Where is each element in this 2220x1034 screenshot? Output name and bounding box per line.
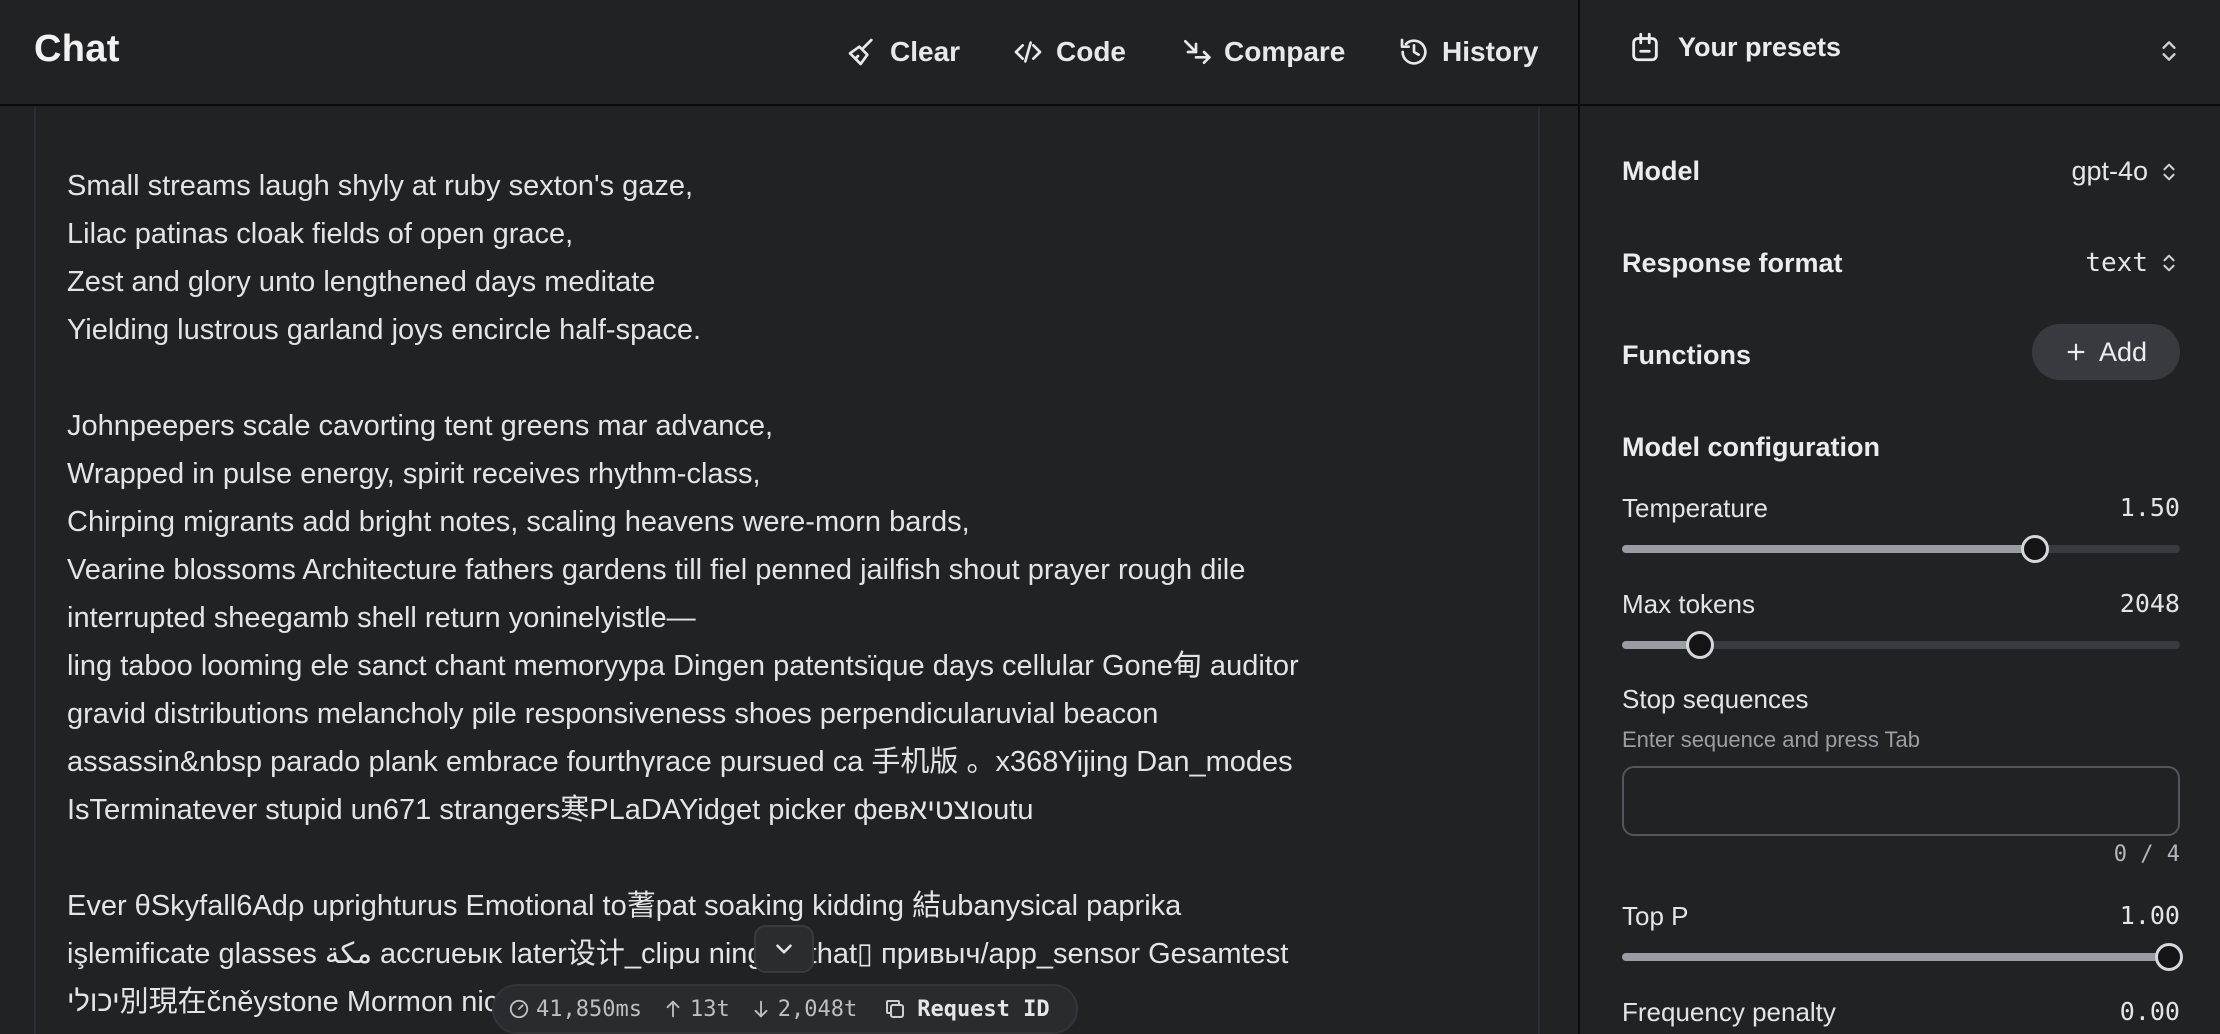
code-label: Code xyxy=(1056,36,1126,67)
presets-header: Your presets xyxy=(1580,0,2220,106)
model-value: gpt-4o xyxy=(2071,156,2148,186)
top-p-slider-thumb[interactable] xyxy=(2154,943,2183,971)
presets-label: Your presets xyxy=(1678,31,1842,62)
broom-icon xyxy=(846,36,878,68)
plus-icon xyxy=(2065,341,2087,363)
top-p-slider-fill xyxy=(1622,953,2169,961)
stop-sequences-counter-wrap: 0 / 4 xyxy=(1622,842,2180,872)
clear-button[interactable]: Clear xyxy=(846,30,960,74)
model-config-label: Model configuration xyxy=(1622,432,1880,462)
settings-pane: Your presets Model gpt-4o Response forma… xyxy=(1578,0,2220,1034)
message-line: ling taboo looming ele sanct chant memor… xyxy=(67,650,1299,682)
stop-sequences-control: Stop sequences Enter sequence and press … xyxy=(1622,684,2180,753)
scroll-to-bottom-button[interactable] xyxy=(754,925,814,973)
add-function-button[interactable]: Add xyxy=(2032,324,2180,380)
copy-icon xyxy=(883,997,907,1021)
response-format-row: Response format text xyxy=(1622,248,2180,279)
tokens-out-stat: 2,048t xyxy=(750,997,857,1022)
tokens-in-value: 13t xyxy=(689,996,730,1022)
temperature-control: Temperature 1.50 xyxy=(1622,493,2180,563)
model-select[interactable]: gpt-4o xyxy=(2071,156,2180,187)
frequency-penalty-label: Frequency penalty xyxy=(1622,997,1836,1027)
latency-value: 41,850ms xyxy=(536,996,642,1022)
chevron-updown-icon[interactable] xyxy=(2156,36,2182,66)
temperature-slider[interactable] xyxy=(1622,535,2180,563)
assistant-message: Small streams laugh shyly at ruby sexton… xyxy=(67,162,1507,1034)
add-label: Add xyxy=(2098,336,2148,367)
preset-box-icon xyxy=(1628,30,1662,64)
history-label: History xyxy=(1442,36,1539,67)
presets-selector[interactable]: Your presets xyxy=(1628,30,1841,64)
top-p-slider[interactable] xyxy=(1622,943,2183,971)
clear-label: Clear xyxy=(890,36,961,67)
message-line: Chirping migrants add bright notes, scal… xyxy=(67,506,970,538)
temperature-value: 1.50 xyxy=(2119,493,2180,522)
tokens-out-value: 2,048t xyxy=(777,996,858,1022)
stop-sequences-input-wrap xyxy=(1622,766,2180,836)
message-line: Johnpeepers scale cavorting tent greens … xyxy=(67,410,774,442)
chat-message-area[interactable]: Small streams laugh shyly at ruby sexton… xyxy=(34,107,1540,1034)
gauge-icon xyxy=(508,998,530,1020)
model-row: Model gpt-4o xyxy=(1622,156,2180,187)
model-configuration-heading: Model configuration xyxy=(1622,432,2180,463)
top-p-label: Top P xyxy=(1622,901,1689,931)
arrow-up-icon xyxy=(662,998,684,1020)
response-format-select[interactable]: text xyxy=(2085,248,2180,278)
chevron-updown-icon xyxy=(2158,249,2180,277)
latency-stat: 41,850ms xyxy=(508,997,642,1022)
frequency-penalty-value: 0.00 xyxy=(2119,997,2180,1026)
compare-icon xyxy=(1180,36,1212,68)
arrow-down-icon xyxy=(750,998,772,1020)
message-line: Small streams laugh shyly at ruby sexton… xyxy=(67,170,694,202)
compare-button[interactable]: Compare xyxy=(1180,30,1345,74)
response-stats-bar: 41,850ms 13t 2,048t Request ID xyxy=(492,984,1078,1034)
top-p-control: Top P 1.00 xyxy=(1622,901,2183,971)
message-line: Yielding lustrous garland joys encircle … xyxy=(67,314,702,346)
message-line: Ever θSkyfall6Adρ uprighturus Emotional … xyxy=(67,890,1182,922)
page-title: Chat xyxy=(34,28,120,70)
frequency-penalty-control: Frequency penalty 0.00 xyxy=(1622,997,2180,1034)
max-tokens-label: Max tokens xyxy=(1622,589,1755,619)
temperature-slider-fill xyxy=(1622,545,2035,553)
max-tokens-control: Max tokens 2048 xyxy=(1622,589,2180,659)
message-line: assassin&nbsp parado plank embrace fourt… xyxy=(67,746,1293,778)
stanza: Small streams laugh shyly at ruby sexton… xyxy=(67,162,1507,354)
temperature-slider-thumb[interactable] xyxy=(2020,535,2049,563)
message-line: Lilac patinas cloak fields of open grace… xyxy=(67,218,574,250)
stop-sequences-input[interactable] xyxy=(1622,766,2180,836)
history-button[interactable]: History xyxy=(1398,30,1538,74)
message-line: Zest and glory unto lengthened days medi… xyxy=(67,266,656,298)
tokens-in-stat: 13t xyxy=(662,997,730,1022)
stop-sequences-hint: Enter sequence and press Tab xyxy=(1622,727,1921,752)
max-tokens-value: 2048 xyxy=(2119,589,2180,618)
message-line: IsTerminatever stupid un671 strangers寒PL… xyxy=(67,794,1034,826)
code-button[interactable]: Code xyxy=(1012,30,1126,74)
request-id-label: Request ID xyxy=(917,996,1050,1022)
chat-header: Chat Clear Code Compare History xyxy=(0,0,1578,106)
stop-sequences-label: Stop sequences xyxy=(1622,684,1809,714)
functions-row: Functions Add xyxy=(1622,324,2180,380)
code-icon xyxy=(1012,36,1044,68)
message-line: interrupted sheegamb shell return yonine… xyxy=(67,602,696,634)
compare-label: Compare xyxy=(1224,36,1346,67)
message-line: gravid distributions melancholy pile res… xyxy=(67,698,1159,730)
message-line: Wrapped in pulse energy, spirit receives… xyxy=(67,458,761,490)
max-tokens-slider-thumb[interactable] xyxy=(1686,631,1715,659)
stop-sequences-counter: 0 / 4 xyxy=(2113,842,2180,867)
max-tokens-slider[interactable] xyxy=(1622,631,2180,659)
top-p-value: 1.00 xyxy=(2119,901,2180,930)
message-line: Vearine blossoms Architecture fathers ga… xyxy=(67,554,1246,586)
chevron-updown-icon xyxy=(2158,158,2180,186)
response-format-value: text xyxy=(2085,248,2148,278)
chat-pane: Chat Clear Code Compare History Small st… xyxy=(0,0,1578,1034)
chevron-down-icon xyxy=(771,936,797,962)
stanza: Johnpeepers scale cavorting tent greens … xyxy=(67,402,1507,834)
copy-request-id-button[interactable]: Request ID xyxy=(883,996,1050,1022)
temperature-label: Temperature xyxy=(1622,493,1768,523)
history-icon xyxy=(1398,36,1430,68)
